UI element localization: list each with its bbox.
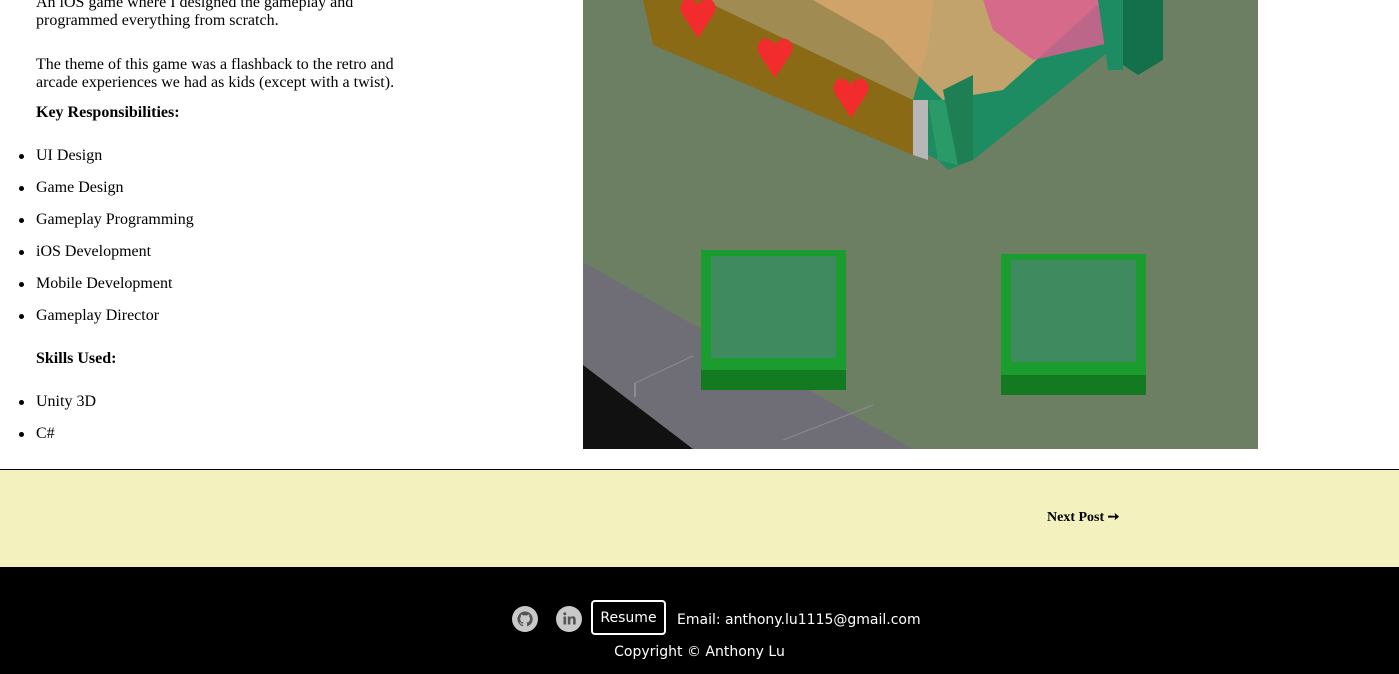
linkedin-link[interactable] — [556, 606, 582, 632]
intro-paragraph: An iOS game where I designed the gamepla… — [36, 0, 354, 29]
list-item: C# — [19, 425, 96, 457]
game-scene-illustration — [583, 0, 1258, 449]
email-text: Email: anthony.lu1115@gmail.com — [677, 612, 921, 628]
next-post-link[interactable]: Next Post ➙ — [1047, 509, 1119, 526]
list-item: UI Design — [19, 147, 194, 179]
github-icon — [512, 606, 538, 632]
theme-paragraph: The theme of this game was a flashback t… — [36, 56, 395, 91]
game-screenshot — [583, 0, 1258, 449]
list-item: Game Design — [19, 179, 194, 211]
github-link[interactable] — [512, 606, 538, 632]
skills-list: Unity 3D C# — [19, 393, 96, 457]
list-item: Unity 3D — [19, 393, 96, 425]
resume-button[interactable]: Resume — [591, 600, 666, 635]
list-item: Gameplay Director — [19, 307, 194, 339]
footer: Resume Email: anthony.lu1115@gmail.com C… — [0, 567, 1399, 674]
responsibilities-list: UI Design Game Design Gameplay Programmi… — [19, 147, 194, 339]
list-item: iOS Development — [19, 243, 194, 275]
copyright-text: Copyright © Anthony Lu — [614, 644, 785, 660]
post-navigation: Next Post ➙ — [0, 470, 1399, 567]
responsibilities-heading: Key Responsibilities: — [36, 104, 180, 121]
list-item: Gameplay Programming — [19, 211, 194, 243]
list-item: Mobile Development — [19, 275, 194, 307]
linkedin-icon — [556, 606, 582, 632]
skills-heading: Skills Used: — [36, 350, 117, 367]
